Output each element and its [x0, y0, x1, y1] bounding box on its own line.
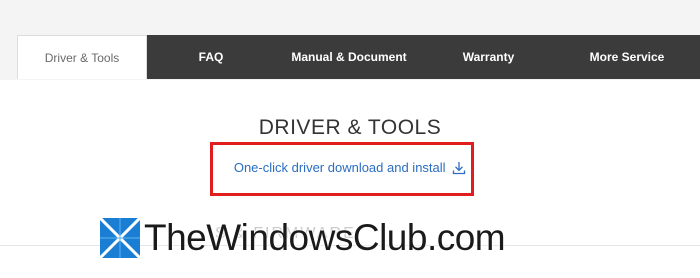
download-icon [452, 161, 466, 178]
tab-more-service[interactable]: More Service [554, 35, 700, 79]
tab-faq[interactable]: FAQ [147, 35, 275, 79]
tab-manual-document[interactable]: Manual & Document [275, 35, 423, 79]
support-tabbar: Driver & Tools FAQ Manual & Document War… [17, 35, 700, 79]
windows-logo-icon [98, 216, 142, 260]
watermark-text: TheWindowsClub.com [144, 217, 506, 258]
one-click-download-link[interactable]: One-click driver download and install [0, 160, 700, 178]
section-title: DRIVER & TOOLS [258, 116, 442, 139]
watermark: TheWindowsClub.com [98, 212, 506, 264]
tab-driver-tools[interactable]: Driver & Tools [17, 35, 147, 79]
download-link-label: One-click driver download and install [233, 160, 446, 175]
tab-warranty[interactable]: Warranty [423, 35, 554, 79]
